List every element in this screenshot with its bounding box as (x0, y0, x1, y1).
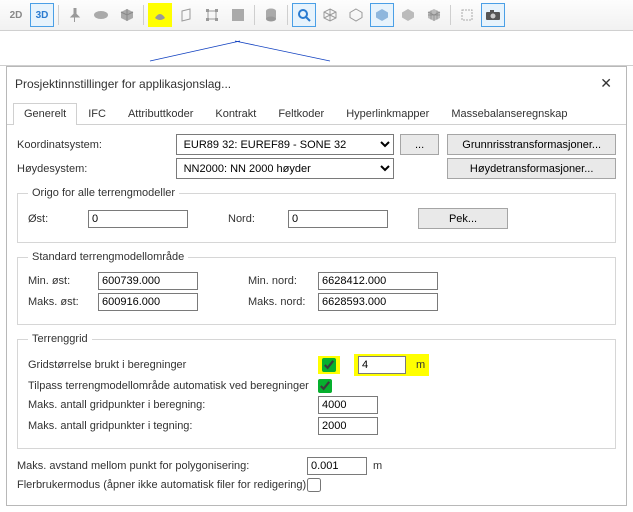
toolbar-separator (450, 5, 451, 25)
max-north-input[interactable] (318, 293, 438, 311)
toolbar-separator (287, 5, 288, 25)
height-transform-button[interactable]: Høydetransformasjoner... (447, 158, 616, 179)
tab-attributtkoder[interactable]: Attributtkoder (117, 103, 204, 125)
origo-pick-button[interactable]: Pek... (418, 208, 508, 229)
solid-shape-icon[interactable] (148, 3, 172, 27)
terrain-grid-group: Terrenggrid Gridstørrelse brukt i beregn… (17, 333, 616, 449)
hex-gray-icon[interactable] (396, 3, 420, 27)
max-calc-label: Maks. antall gridpunkter i beregning: (28, 399, 318, 411)
max-east-label: Maks. øst: (28, 296, 98, 308)
cylinder-icon[interactable] (259, 3, 283, 27)
toolbar-separator (58, 5, 59, 25)
gridsize-unit: m (416, 359, 425, 371)
standard-area-legend: Standard terrengmodellområde (28, 251, 188, 263)
min-east-input[interactable] (98, 272, 198, 290)
poly-dist-label: Maks. avstand mellom punkt for polygonis… (17, 460, 307, 472)
tab-kontrakt[interactable]: Kontrakt (204, 103, 267, 125)
toolbar-separator (143, 5, 144, 25)
plan-transform-button[interactable]: Grunnrisstransformasjoner... (447, 134, 616, 155)
height-system-label: Høydesystem: (17, 163, 176, 175)
close-button[interactable]: ✕ (594, 73, 618, 94)
terrain-grid-legend: Terrenggrid (28, 333, 92, 345)
tab-hyperlinkmapper[interactable]: Hyperlinkmapper (335, 103, 440, 125)
tabstrip: Generelt IFC Attributtkoder Kontrakt Fel… (7, 100, 626, 125)
origo-legend: Origo for alle terrengmodeller (28, 187, 179, 199)
multiuser-checkbox[interactable] (307, 478, 321, 492)
dotted-square-icon[interactable] (455, 3, 479, 27)
mesh-cube-icon[interactable] (422, 3, 446, 27)
view-2d-button[interactable]: 2D (4, 3, 28, 27)
view-3d-button[interactable]: 3D (30, 3, 54, 27)
max-draw-label: Maks. antall gridpunkter i tegning: (28, 420, 318, 432)
wire-cube-icon[interactable] (318, 3, 342, 27)
tab-massebalanse[interactable]: Massebalanseregnskap (440, 103, 578, 125)
autofit-checkbox[interactable] (318, 379, 332, 393)
origo-north-input[interactable] (288, 210, 388, 228)
fill-square-icon[interactable] (226, 3, 250, 27)
project-settings-dialog: Prosjektinnstillinger for applikasjonsla… (6, 66, 627, 506)
tab-feltkoder[interactable]: Feltkoder (267, 103, 335, 125)
camera-icon[interactable] (481, 3, 505, 27)
origo-group: Origo for alle terrengmodeller Øst: Nord… (17, 187, 616, 243)
standard-area-group: Standard terrengmodellområde Min. øst: M… (17, 251, 616, 325)
max-east-input[interactable] (98, 293, 198, 311)
box-outline-icon[interactable] (174, 3, 198, 27)
tab-ifc[interactable]: IFC (77, 103, 117, 125)
poly-dist-unit: m (373, 460, 382, 472)
hex-outline-icon[interactable] (344, 3, 368, 27)
min-north-input[interactable] (318, 272, 438, 290)
poly-dist-input[interactable] (307, 457, 367, 475)
height-system-select[interactable]: NN2000: NN 2000 høyder (176, 158, 394, 179)
coord-system-label: Koordinatsystem: (17, 139, 176, 151)
coord-browse-button[interactable]: ... (400, 134, 440, 155)
coord-system-select[interactable]: EUR89 32: EUREF89 - SONE 32 (176, 134, 394, 155)
main-toolbar: 2D 3D (0, 0, 633, 31)
cube-icon[interactable] (115, 3, 139, 27)
gridsize-label: Gridstørrelse brukt i beregninger (28, 359, 318, 371)
search-icon[interactable] (292, 3, 316, 27)
gridsize-checkbox[interactable] (322, 358, 336, 372)
max-north-label: Maks. nord: (248, 296, 318, 308)
dialog-title: Prosjektinnstillinger for applikasjonsla… (15, 77, 231, 91)
min-east-label: Min. øst: (28, 275, 98, 287)
min-north-label: Min. nord: (248, 275, 318, 287)
canvas-area (0, 31, 633, 66)
frame-icon[interactable] (200, 3, 224, 27)
toolbar-separator (254, 5, 255, 25)
hex-solid-icon[interactable] (370, 3, 394, 27)
autofit-label: Tilpass terrengmodellområde automatisk v… (28, 380, 318, 392)
max-draw-input[interactable] (318, 417, 378, 435)
origo-north-label: Nord: (228, 213, 288, 225)
pin-icon[interactable] (63, 3, 87, 27)
multiuser-label: Flerbrukermodus (åpner ikke automatisk f… (17, 479, 307, 491)
gridsize-input[interactable] (358, 356, 406, 374)
max-calc-input[interactable] (318, 396, 378, 414)
origo-east-label: Øst: (28, 213, 88, 225)
disc-icon[interactable] (89, 3, 113, 27)
origo-east-input[interactable] (88, 210, 188, 228)
tab-generelt[interactable]: Generelt (13, 103, 77, 125)
